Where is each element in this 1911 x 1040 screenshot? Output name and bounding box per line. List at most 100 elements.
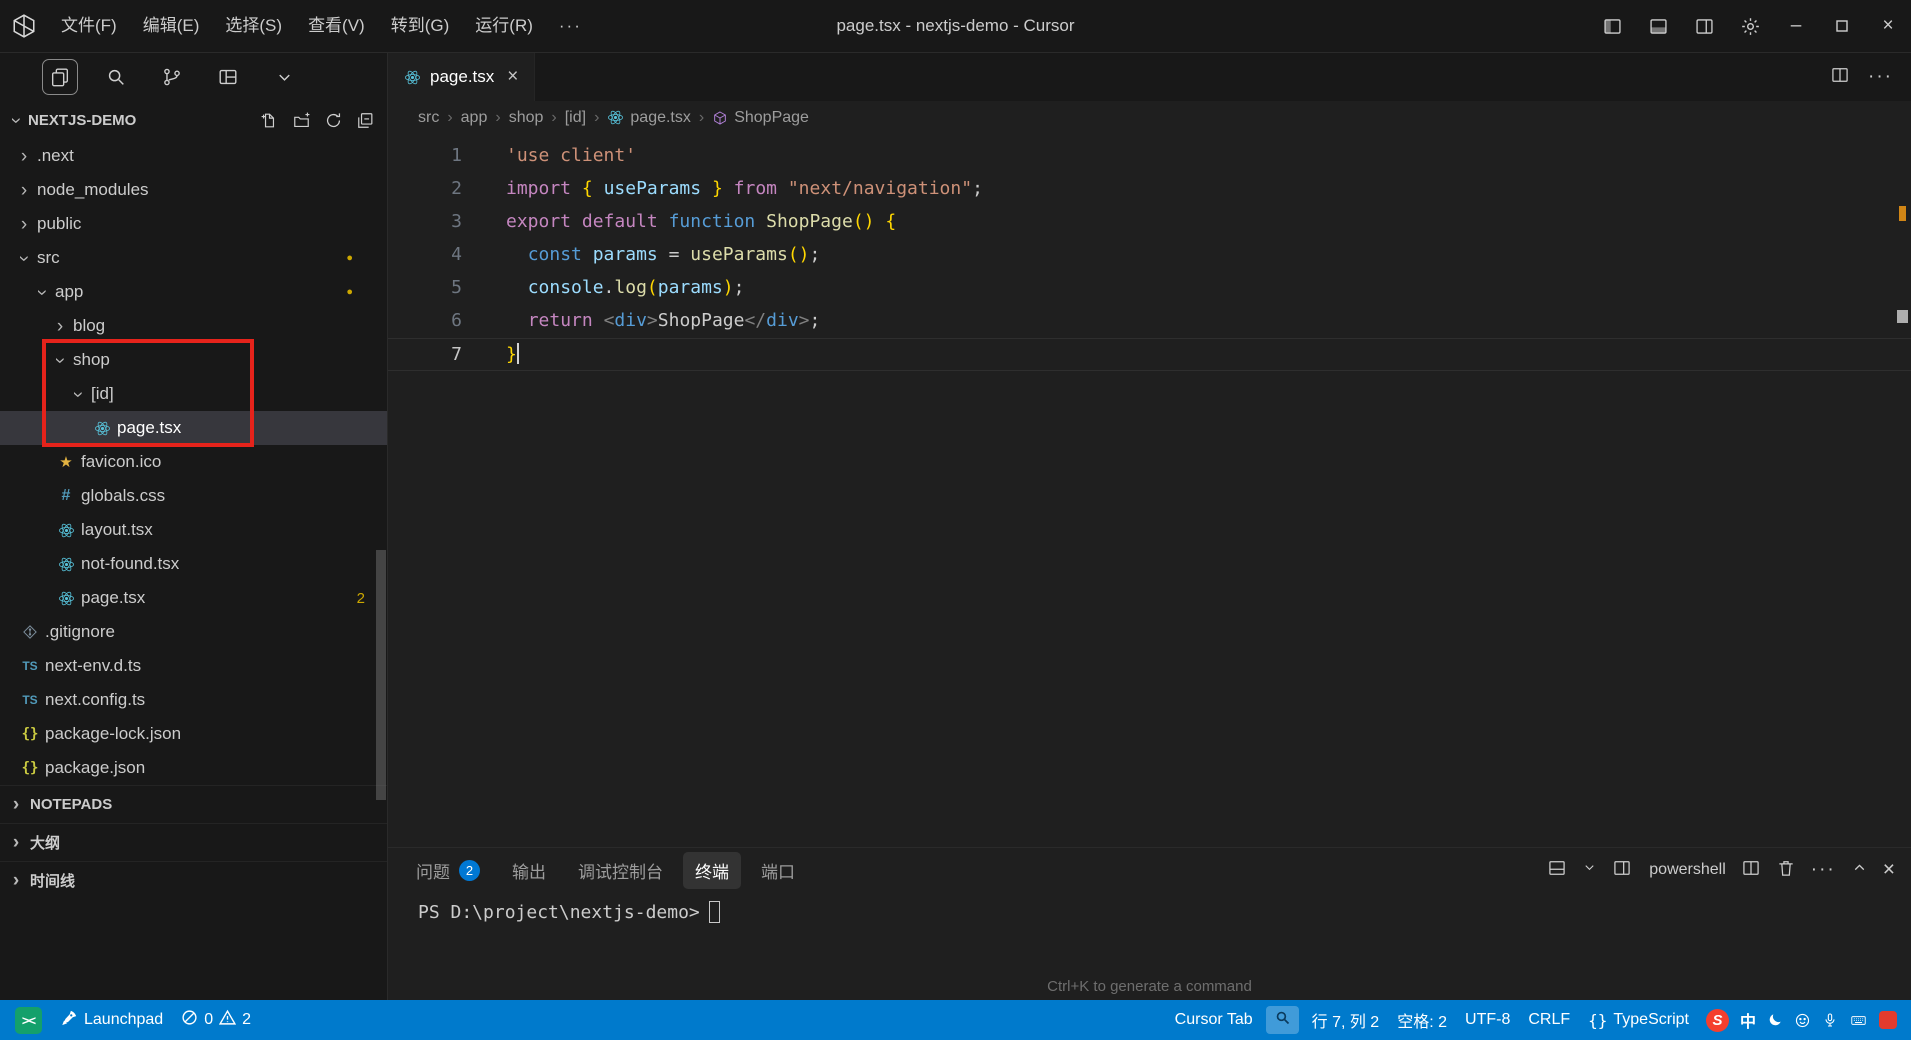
tree-item[interactable]: ★favicon.ico — [0, 445, 387, 479]
cursor-tab-indicator[interactable]: Cursor Tab — [1166, 1000, 1262, 1040]
source-control-icon[interactable] — [154, 59, 190, 95]
tree-item[interactable]: TSnext.config.ts — [0, 683, 387, 717]
bottom-panel: 问题2输出调试控制台终端端口 powershell ··· × PS D — [388, 847, 1911, 1000]
panel-more-actions-icon[interactable]: ··· — [1811, 859, 1836, 881]
panel-tab-terminal[interactable]: 终端 — [683, 852, 741, 889]
sidebar-scrollbar[interactable] — [376, 550, 386, 800]
settings-gear-icon[interactable] — [1727, 0, 1773, 52]
json-file-icon: {} — [18, 760, 42, 776]
moon-icon[interactable] — [1767, 1012, 1783, 1028]
tray-badge-icon[interactable] — [1879, 1011, 1897, 1029]
refresh-icon[interactable] — [324, 111, 343, 130]
tree-item[interactable]: ›src● — [0, 241, 387, 275]
explorer-header[interactable]: › NEXTJS-DEMO — [0, 101, 387, 139]
chevron-down-icon[interactable] — [1582, 860, 1597, 880]
tree-item[interactable]: ›[id] — [0, 377, 387, 411]
tree-item[interactable]: {}package.json — [0, 751, 387, 785]
remote-indicator[interactable]: >< — [6, 1000, 51, 1040]
code-line[interactable]: 7} — [388, 338, 1911, 371]
maximize-button[interactable] — [1819, 0, 1865, 52]
mic-icon[interactable] — [1822, 1012, 1838, 1028]
launchpad-button[interactable]: Launchpad — [51, 1000, 172, 1040]
section-timeline[interactable]: ›时间线 — [0, 861, 387, 899]
tree-item[interactable]: TSnext-env.d.ts — [0, 649, 387, 683]
breadcrumb-item[interactable]: app — [461, 109, 488, 127]
menu-selection[interactable]: 选择(S) — [212, 0, 295, 52]
editor-more-actions-icon[interactable]: ··· — [1868, 66, 1893, 88]
code-line[interactable]: 3export default function ShopPage() { — [388, 206, 1911, 239]
panel-tab-debug-console[interactable]: 调试控制台 — [566, 852, 675, 889]
tree-item[interactable]: ›app● — [0, 275, 387, 309]
emoji-icon[interactable] — [1794, 1012, 1811, 1029]
code-line[interactable]: 2import { useParams } from "next/navigat… — [388, 173, 1911, 206]
terminal-profile-icon[interactable] — [1612, 858, 1632, 883]
menu-view[interactable]: 查看(V) — [295, 0, 378, 52]
breadcrumb-item[interactable]: page.tsx — [607, 109, 690, 127]
shell-name[interactable]: powershell — [1649, 861, 1725, 879]
menu-goto[interactable]: 转到(G) — [378, 0, 463, 52]
tree-item[interactable]: ›shop — [0, 343, 387, 377]
sogou-input-icon[interactable]: S — [1706, 1009, 1729, 1032]
layout-panel-icon[interactable] — [1635, 0, 1681, 52]
code-line[interactable]: 6 return <div>ShopPage</div>; — [388, 305, 1911, 338]
terminal[interactable]: PS D:\project\nextjs-demo> — [388, 892, 1911, 923]
section-notepads[interactable]: ›NOTEPADS — [0, 785, 387, 823]
breadcrumb-item[interactable]: shop — [509, 109, 544, 127]
language-indicator[interactable]: {} TypeScript — [1579, 1000, 1698, 1040]
panel-tab-output[interactable]: 输出 — [500, 852, 558, 889]
tree-item[interactable]: page.tsx — [0, 411, 387, 445]
breadcrumb-item[interactable]: [id] — [565, 109, 586, 127]
encoding-indicator[interactable]: UTF-8 — [1456, 1000, 1519, 1040]
keyboard-icon[interactable] — [1849, 1012, 1868, 1029]
tree-item[interactable]: ›public — [0, 207, 387, 241]
eol-indicator[interactable]: CRLF — [1519, 1000, 1579, 1040]
search-icon[interactable] — [98, 59, 134, 95]
tree-item[interactable]: not-found.tsx — [0, 547, 387, 581]
new-folder-icon[interactable] — [292, 111, 311, 130]
tree-item[interactable]: page.tsx2 — [0, 581, 387, 615]
split-terminal-icon[interactable] — [1741, 858, 1761, 883]
cursor-position[interactable]: 行 7, 列 2 — [1303, 1000, 1389, 1040]
ime-chinese-icon[interactable]: 中 — [1740, 1008, 1756, 1032]
system-tray: S中 — [1706, 1008, 1903, 1032]
layout-sidebar-right-icon[interactable] — [1681, 0, 1727, 52]
tab-page-tsx[interactable]: page.tsx × — [388, 53, 535, 101]
tree-item[interactable]: {}package-lock.json — [0, 717, 387, 751]
breadcrumb-item[interactable]: ShopPage — [712, 109, 809, 127]
layout-sidebar-left-icon[interactable] — [1589, 0, 1635, 52]
tree-item[interactable]: #globals.css — [0, 479, 387, 513]
menu-edit[interactable]: 编辑(E) — [130, 0, 213, 52]
new-file-icon[interactable] — [260, 111, 279, 130]
explorer-icon[interactable] — [42, 59, 78, 95]
views-more-icon[interactable] — [266, 59, 302, 95]
menu-run[interactable]: 运行(R) — [462, 0, 546, 52]
tree-item[interactable]: layout.tsx — [0, 513, 387, 547]
indentation-indicator[interactable]: 空格: 2 — [1388, 1000, 1456, 1040]
collapse-all-icon[interactable] — [356, 111, 375, 130]
search-status-button[interactable] — [1266, 1006, 1299, 1034]
code-editor[interactable]: 1'use client'2import { useParams } from … — [388, 134, 1911, 847]
code-line[interactable]: 5 console.log(params); — [388, 272, 1911, 305]
maximize-panel-icon[interactable] — [1851, 859, 1868, 881]
menu-file[interactable]: 文件(F) — [48, 0, 130, 52]
panels-icon[interactable] — [210, 59, 246, 95]
tree-item[interactable]: ›node_modules — [0, 173, 387, 207]
close-button[interactable]: × — [1865, 0, 1911, 52]
split-editor-icon[interactable] — [1830, 65, 1850, 90]
kill-terminal-trash-icon[interactable] — [1776, 858, 1796, 883]
tree-item[interactable]: ›.next — [0, 139, 387, 173]
code-line[interactable]: 4 const params = useParams(); — [388, 239, 1911, 272]
tab-close-icon[interactable]: × — [507, 66, 518, 88]
tree-item[interactable]: ›blog — [0, 309, 387, 343]
panel-tab-ports[interactable]: 端口 — [749, 852, 807, 889]
code-line[interactable]: 1'use client' — [388, 140, 1911, 173]
problems-indicator[interactable]: 0 2 — [172, 1000, 260, 1040]
menu-more[interactable]: ··· — [546, 0, 595, 52]
tree-item[interactable]: .gitignore — [0, 615, 387, 649]
panel-layout-icon[interactable] — [1547, 858, 1567, 883]
breadcrumb-item[interactable]: src — [418, 109, 439, 127]
panel-tab-problems[interactable]: 问题2 — [404, 852, 492, 889]
close-panel-icon[interactable]: × — [1883, 858, 1895, 882]
minimize-button[interactable]: – — [1773, 0, 1819, 52]
section-outline[interactable]: ›大纲 — [0, 823, 387, 861]
